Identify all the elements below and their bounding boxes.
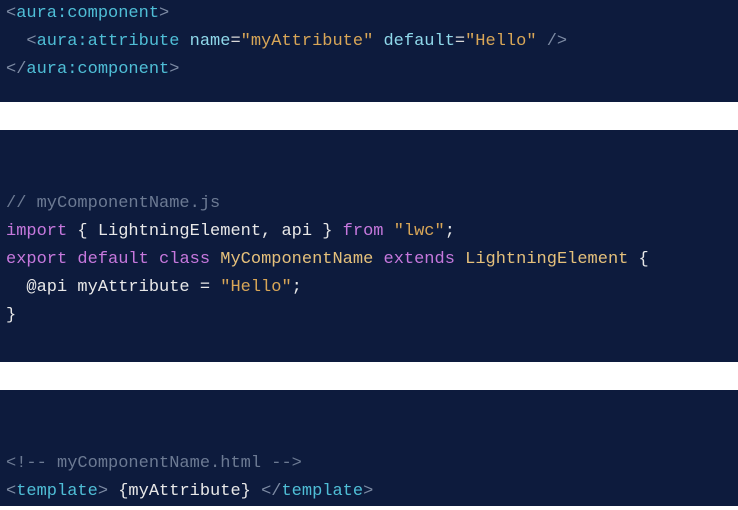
bracket: <: [26, 32, 36, 51]
equals: =: [230, 32, 240, 51]
code-line: @api myAttribute = "Hello";: [6, 274, 732, 302]
code-line: export default class MyComponentName ext…: [6, 246, 732, 274]
space: [210, 250, 220, 269]
tag-name: template: [281, 482, 363, 501]
code-line: <!-- myComponentName.html -->: [6, 450, 732, 478]
brace: }: [6, 306, 16, 325]
bracket: <: [6, 4, 16, 23]
bracket: />: [537, 32, 568, 51]
space: [383, 222, 393, 241]
comment: // myComponentName.js: [6, 194, 220, 213]
attr-name: default: [383, 32, 454, 51]
keyword: from: [343, 222, 384, 241]
text-content: {myAttribute}: [108, 482, 261, 501]
keyword: import: [6, 222, 67, 241]
string: "Hello": [465, 32, 536, 51]
indent: [6, 278, 26, 297]
class-name: MyComponentName: [220, 250, 373, 269]
code-line: <aura:component>: [6, 0, 732, 28]
decorator: @api myAttribute: [26, 278, 199, 297]
code-block-html: <!-- myComponentName.html --> <template>…: [0, 390, 738, 506]
plain: { LightningElement, api }: [67, 222, 342, 241]
code-block-js: // myComponentName.js import { Lightning…: [0, 130, 738, 362]
bracket: </: [261, 482, 281, 501]
space: [373, 250, 383, 269]
space: [67, 250, 77, 269]
string: "lwc": [394, 222, 445, 241]
bracket: >: [98, 482, 108, 501]
brace: {: [628, 250, 648, 269]
tag-name: template: [16, 482, 98, 501]
bracket: >: [169, 60, 179, 79]
string: "Hello": [220, 278, 291, 297]
equals: =: [200, 278, 210, 297]
comment-close: -->: [271, 454, 302, 473]
keyword: extends: [384, 250, 455, 269]
bracket: >: [363, 482, 373, 501]
tag-name: aura:component: [16, 4, 159, 23]
keyword: class: [159, 250, 210, 269]
tag-name: aura:attribute: [37, 32, 180, 51]
code-line: </aura:component>: [6, 56, 732, 84]
code-line: <aura:attribute name="myAttribute" defau…: [6, 28, 732, 56]
semicolon: ;: [292, 278, 302, 297]
comment-open: <!--: [6, 454, 47, 473]
space: [455, 250, 465, 269]
space: [373, 32, 383, 51]
indent: [6, 32, 26, 51]
bracket: </: [6, 60, 26, 79]
space: [149, 250, 159, 269]
comment-text: myComponentName.html: [47, 454, 271, 473]
space: [179, 32, 189, 51]
code-line: // myComponentName.js: [6, 190, 732, 218]
equals: =: [455, 32, 465, 51]
keyword: default: [77, 250, 148, 269]
code-line: <template> {myAttribute} </template>: [6, 478, 732, 506]
string: "myAttribute": [241, 32, 374, 51]
keyword: export: [6, 250, 67, 269]
code-line: import { LightningElement, api } from "l…: [6, 218, 732, 246]
space: [210, 278, 220, 297]
class-name: LightningElement: [465, 250, 628, 269]
bracket: >: [159, 4, 169, 23]
code-line: }: [6, 302, 732, 330]
attr-name: name: [190, 32, 231, 51]
code-block-aura: <aura:component> <aura:attribute name="m…: [0, 0, 738, 102]
tag-name: aura:component: [26, 60, 169, 79]
bracket: <: [6, 482, 16, 501]
semicolon: ;: [445, 222, 455, 241]
